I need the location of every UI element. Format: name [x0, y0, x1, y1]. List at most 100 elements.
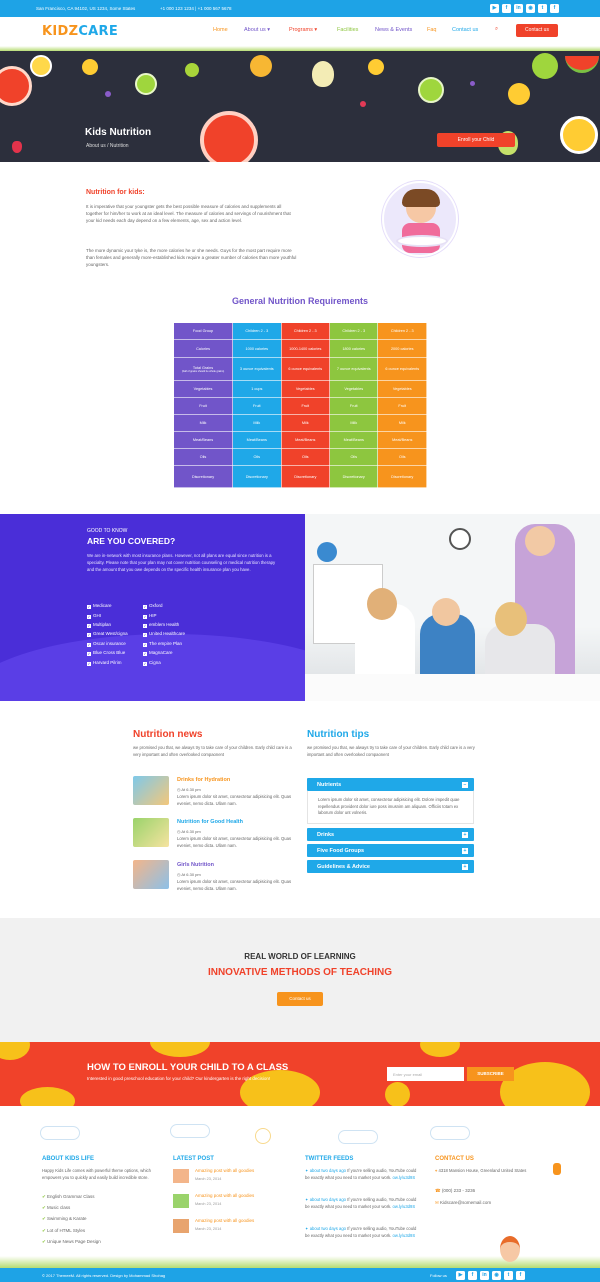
girl-eating-image: [382, 181, 458, 257]
insurance-item: ✓ Oscar insurance: [87, 641, 126, 647]
instagram-icon[interactable]: ◉: [492, 1270, 501, 1280]
linkedin-icon[interactable]: in: [514, 4, 523, 13]
lemon-small-image: [368, 59, 384, 75]
classroom-photo: [305, 514, 600, 701]
nutrition-table: Food Group Children 2 - 3 Children 2 - 3…: [172, 322, 427, 488]
news-thumbnail[interactable]: [133, 818, 169, 847]
table-row: Total Grains (half of grains should be wh…: [172, 357, 427, 381]
youtube-icon[interactable]: ▶: [456, 1270, 465, 1280]
table-cell: Discretionary: [377, 465, 427, 488]
email-input[interactable]: Enter your email: [387, 1067, 464, 1081]
facebook-icon[interactable]: f: [502, 4, 511, 13]
twitter-icon[interactable]: t: [538, 4, 547, 13]
nav-programs[interactable]: Programs ▾: [289, 27, 317, 33]
grains-note: (half of grains should be whole grains): [181, 369, 225, 373]
contact-email[interactable]: ✉ Kidscare@somemail.com: [435, 1200, 491, 1206]
insurance-item: ✓ Great West/cigna: [87, 631, 128, 637]
table-row: Discretionary Discretionary Discretionary D…: [172, 465, 427, 488]
subscribe-button[interactable]: SUBSCRIBE: [467, 1067, 514, 1081]
expand-icon[interactable]: +: [462, 831, 468, 838]
table-cell: Discretionary: [232, 465, 282, 488]
table-cell: Fruit: [377, 397, 427, 415]
tweet: ✦ about two days ago If you're selling a…: [305, 1226, 417, 1238]
tweet-link[interactable]: ow.ly/u3d9S: [393, 1175, 416, 1180]
top-bar: San Francisco, CA 94102, US 1234, Some S…: [0, 0, 600, 17]
follow-us-label: Follow us: [430, 1273, 447, 1278]
nav-home[interactable]: Home: [213, 27, 228, 33]
table-cell: Oils: [172, 448, 234, 466]
insurance-item: ✓ Blue Cross Blue: [87, 650, 126, 656]
enroll-child-button[interactable]: Enroll your Child: [437, 133, 515, 147]
accordion-guidelines[interactable]: Guidelines & Advice +: [307, 860, 474, 873]
youtube-icon[interactable]: ▶: [490, 4, 499, 13]
nav-about[interactable]: About us ▾: [244, 27, 270, 33]
footer-list-item[interactable]: ✔ Music class: [42, 1205, 70, 1211]
table-cell: Discretionary: [328, 465, 379, 488]
news-item-title[interactable]: Drinks for Hydration: [177, 777, 230, 783]
nav-contact[interactable]: Contact us: [452, 27, 478, 33]
accordion-drinks[interactable]: Drinks +: [307, 828, 474, 841]
footer-list-item[interactable]: ✔ English Grammar Class: [42, 1194, 95, 1200]
news-thumbnail[interactable]: [133, 860, 169, 889]
logo[interactable]: KIDZCARE: [42, 24, 118, 39]
linkedin-icon[interactable]: in: [480, 1270, 489, 1280]
insurance-item: ✓ Oxford: [143, 603, 163, 609]
news-title: Nutrition news: [133, 729, 203, 740]
cloud-doodle: [338, 1130, 378, 1144]
footer-list-item[interactable]: ✔ Lot of HTML Styles: [42, 1228, 85, 1234]
nav-faq[interactable]: Faq: [427, 27, 436, 33]
post-thumbnail[interactable]: [173, 1169, 189, 1183]
nav-facilities[interactable]: Facilities: [337, 27, 358, 33]
table-cell: Fruit: [232, 397, 282, 415]
strawberry-image: [12, 141, 22, 153]
nav-news[interactable]: News & Events: [375, 27, 412, 33]
learning-heading: INNOVATIVE METHODS OF TEACHING: [207, 967, 393, 978]
accordion-nutrients[interactable]: Nutrients −: [307, 778, 474, 791]
footer-list-item[interactable]: ✔ Unique News Page Design: [42, 1239, 101, 1245]
tweet-link[interactable]: ow.ly/u3d9S: [393, 1204, 416, 1209]
paint-splash: [0, 1042, 30, 1060]
footer-list-item[interactable]: ✔ Swimming & Karate: [42, 1216, 87, 1222]
post-title[interactable]: Amazing post with all goodies: [195, 1193, 254, 1198]
collapse-icon[interactable]: −: [462, 781, 468, 788]
twitter-icon[interactable]: t: [504, 1270, 513, 1280]
expand-icon[interactable]: +: [462, 847, 468, 854]
table-row: Oils Oils Oils Oils Oils: [172, 448, 427, 466]
table-header: Children 2 - 3: [232, 322, 282, 340]
contact-button[interactable]: Contact us: [516, 24, 558, 37]
tweet-link[interactable]: ow.ly/u3d9S: [393, 1233, 416, 1238]
search-icon[interactable]: ⌕: [495, 26, 498, 33]
expand-icon[interactable]: +: [462, 863, 468, 870]
facebook-icon-2[interactable]: f: [516, 1270, 525, 1280]
news-thumbnail[interactable]: [133, 776, 169, 805]
paint-splash: [20, 1087, 75, 1106]
tips-title: Nutrition tips: [307, 729, 370, 740]
post-title[interactable]: Amazing post with all goodies: [195, 1168, 254, 1173]
table-row: Meat/Beans Meat/Beans Meat/Beans Meat/Beans…: [172, 431, 427, 449]
table-cell: Milk: [328, 414, 379, 432]
table-cell: Meat/Beans: [328, 431, 379, 449]
facebook-icon-2[interactable]: f: [550, 4, 559, 13]
insurance-item: ✓ Cigna: [143, 660, 161, 666]
news-item-title[interactable]: Nutrition for Good Health: [177, 819, 243, 825]
table-cell: Meat/Beans: [172, 431, 234, 449]
news-item-title[interactable]: Girls Nutrition: [177, 862, 214, 868]
insurance-section: GOOD TO KNOW ARE YOU COVERED? We are in-…: [0, 514, 305, 701]
news-item-time: ◷ At 6.30 pm: [177, 787, 201, 792]
breadcrumb[interactable]: About us / Nutrition: [86, 143, 129, 149]
post-date: March 23, 2014: [195, 1202, 222, 1206]
lime-right-image: [532, 53, 558, 79]
post-title[interactable]: Amazing post with all goodies: [195, 1218, 254, 1223]
news-intro: we promised you that, we always try to t…: [133, 745, 292, 757]
covered-kicker: GOOD TO KNOW: [87, 528, 128, 534]
learning-contact-button[interactable]: Contact us: [277, 992, 323, 1006]
table-cell: Discretionary: [280, 465, 331, 488]
instagram-icon[interactable]: ◉: [526, 4, 535, 13]
facebook-icon[interactable]: f: [468, 1270, 477, 1280]
table-cell: 1 cups: [232, 380, 282, 398]
accordion-food-groups[interactable]: Five Food Groups +: [307, 844, 474, 857]
post-thumbnail[interactable]: [173, 1219, 189, 1233]
post-thumbnail[interactable]: [173, 1194, 189, 1208]
table-cell: Meat/Beans: [280, 431, 331, 449]
table-cell: Fruit: [172, 397, 234, 415]
